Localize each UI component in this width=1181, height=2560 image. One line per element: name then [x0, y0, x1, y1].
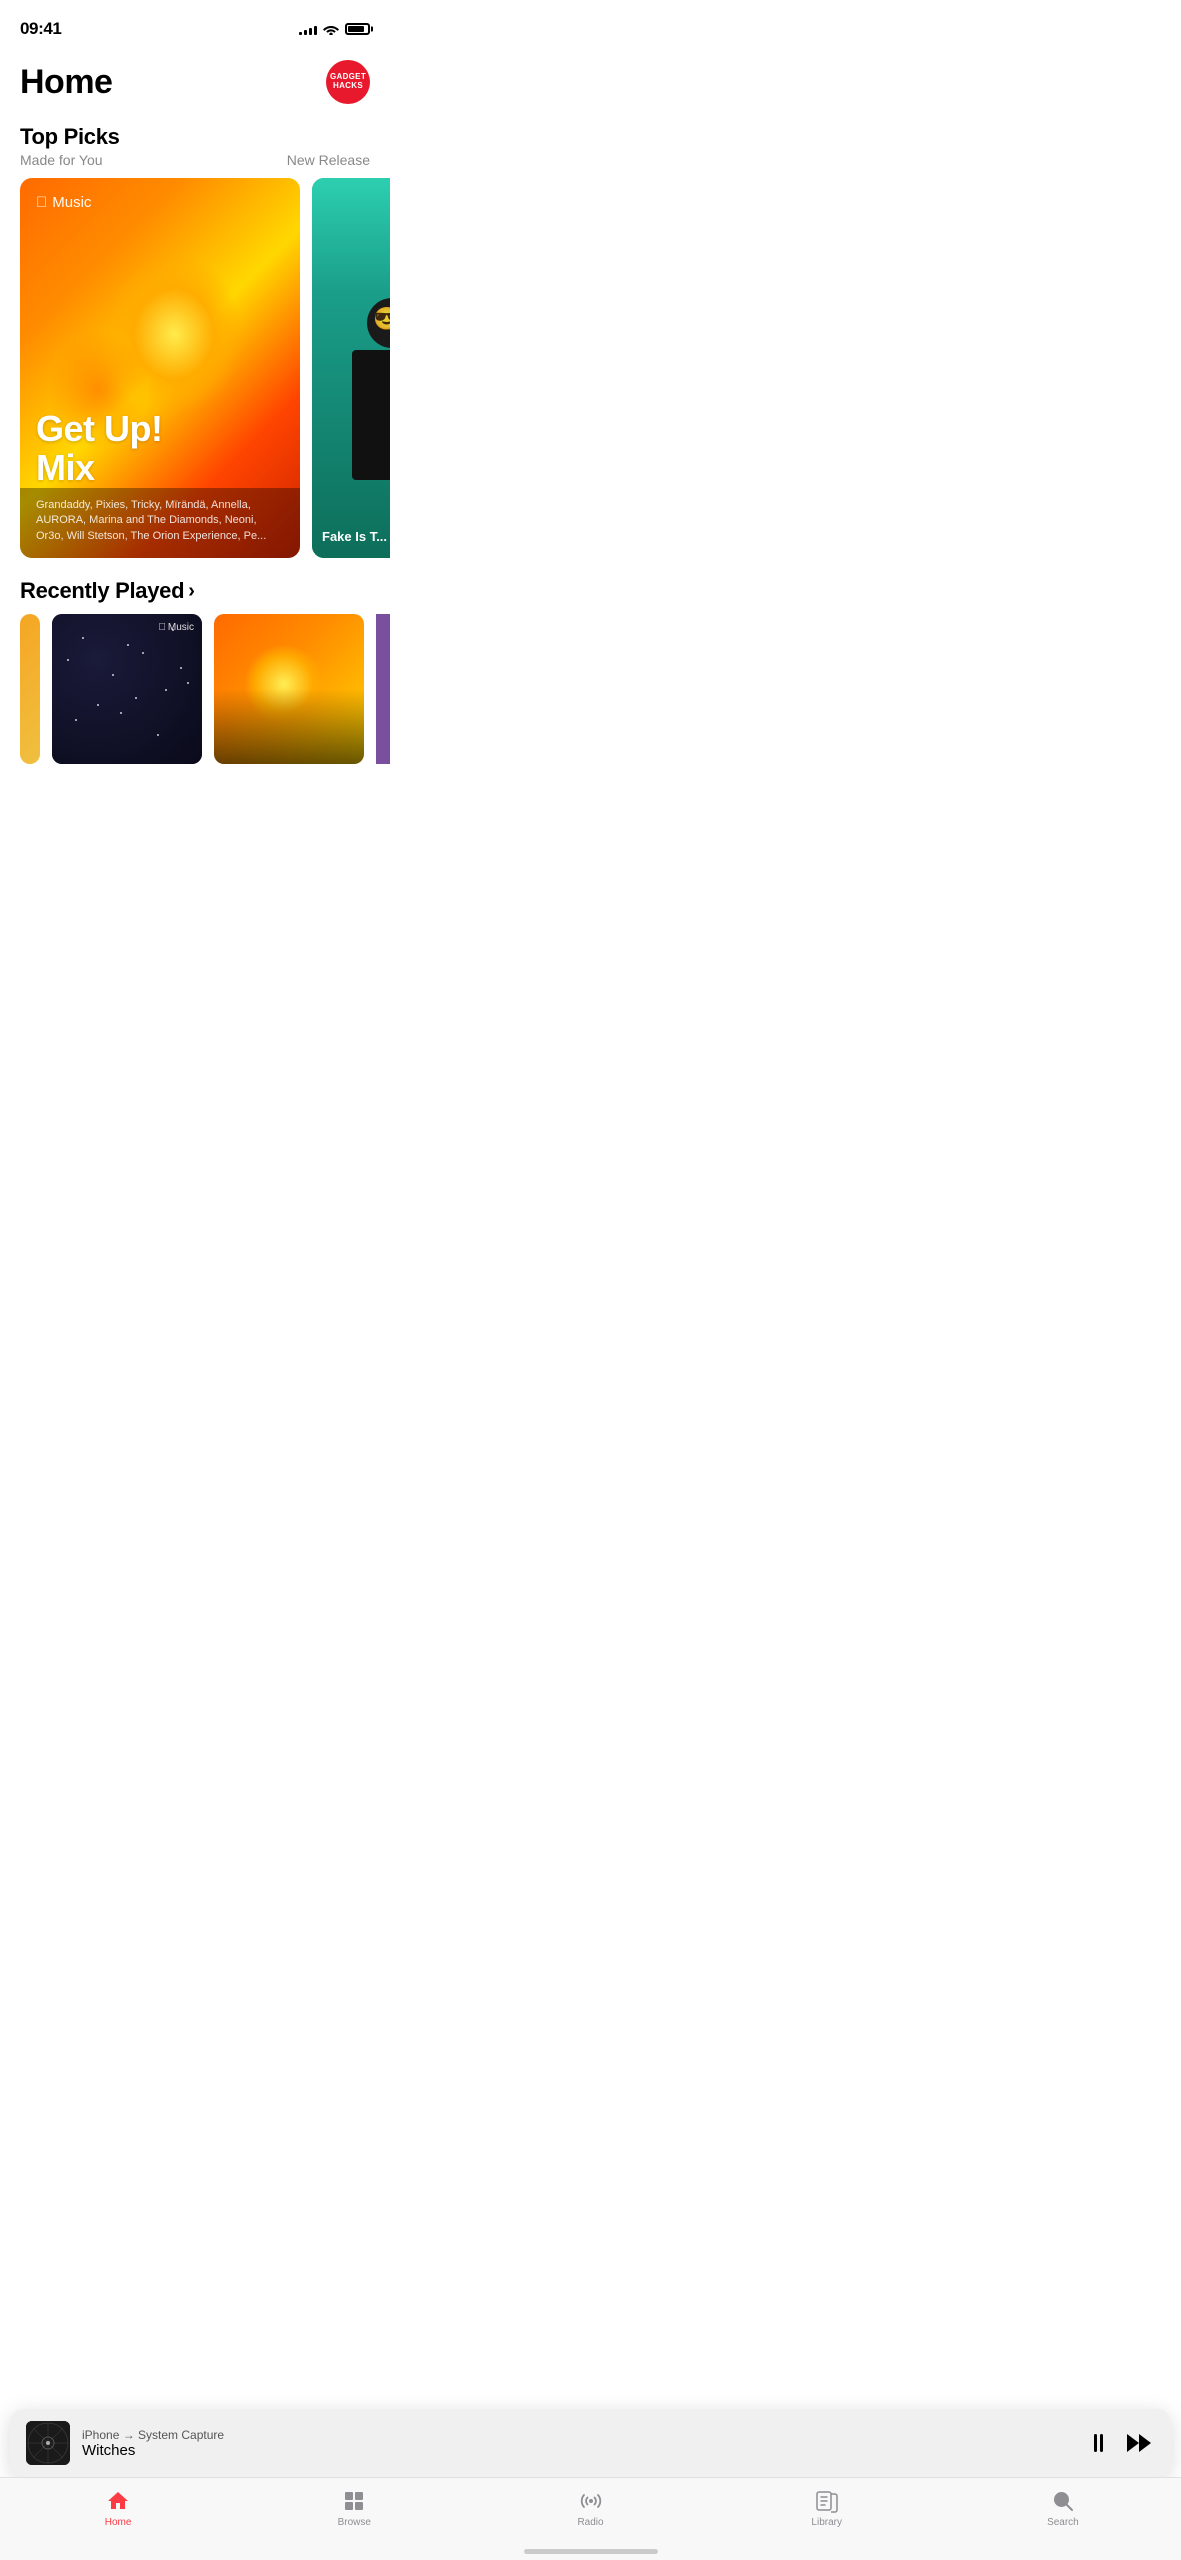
pause-icon: [1094, 2434, 1103, 2452]
stars-background: [52, 614, 202, 764]
card-person-title: Fake Is T...: [322, 529, 390, 544]
recently-played-section: Recently Played ›: [0, 578, 390, 764]
forward-icon: [1127, 2434, 1151, 2452]
recent-card-orange-overlay: [214, 689, 364, 764]
artwork-svg: [26, 2421, 70, 2465]
forward-button[interactable]: [1123, 2430, 1155, 2456]
tab-browse-label: Browse: [338, 2517, 371, 2528]
now-playing-controls[interactable]: [1090, 2430, 1155, 2456]
radio-icon: [578, 2488, 604, 2514]
tab-search-label: Search: [1047, 2517, 1079, 2528]
get-up-mix-card[interactable]:  Music Get Up! Mix Grandaddy, Pixies, T…: [20, 178, 300, 558]
recent-card-stars[interactable]:  Music: [52, 614, 202, 764]
card-main-title: Get Up! Mix: [36, 409, 284, 488]
recent-card-purple[interactable]: [376, 614, 390, 764]
status-time: 09:41: [20, 19, 61, 39]
tab-home-label: Home: [105, 2517, 132, 2528]
top-picks-cards-scroll[interactable]:  Music Get Up! Mix Grandaddy, Pixies, T…: [0, 178, 390, 558]
apple-music-badge-text: Music: [168, 622, 194, 633]
recently-played-header[interactable]: Recently Played ›: [0, 578, 390, 614]
apple-logo-symbol: : [36, 194, 47, 211]
tab-bar: Home Browse Radio: [0, 2477, 1181, 2560]
card-title-line2: Mix: [36, 447, 95, 488]
tab-search[interactable]: Search: [945, 2488, 1181, 2528]
recently-played-scroll[interactable]:  Music: [0, 614, 390, 764]
person-figure: [332, 298, 390, 518]
tab-library[interactable]: Library: [709, 2488, 945, 2528]
now-playing-device: iPhone → System Capture: [82, 2428, 1078, 2442]
recent-card-orange[interactable]: [214, 614, 364, 764]
pause-button[interactable]: [1090, 2430, 1107, 2456]
search-icon: [1050, 2488, 1076, 2514]
now-playing-info: iPhone → System Capture Witches: [82, 2428, 1078, 2459]
page-header: Home GADGETHACKS: [0, 44, 390, 114]
top-picks-section-header: Top Picks: [0, 114, 390, 152]
wifi-icon: [323, 23, 339, 35]
signal-icon: [299, 23, 317, 35]
page-title: Home: [20, 63, 112, 102]
home-icon: [105, 2488, 131, 2514]
tab-radio[interactable]: Radio: [472, 2488, 708, 2528]
person-head: [367, 298, 390, 348]
profile-badge-text: GADGETHACKS: [330, 73, 366, 91]
card-person-footer: Fake Is T...: [312, 519, 390, 558]
person-body: [352, 350, 390, 480]
status-icons: [299, 23, 370, 35]
profile-badge[interactable]: GADGETHACKS: [326, 60, 370, 104]
now-playing-title: Witches: [82, 2442, 1078, 2459]
now-playing-artwork: [26, 2421, 70, 2465]
card-title-line1: Get Up!: [36, 408, 163, 449]
status-bar: 09:41: [0, 0, 390, 44]
card-footer: Grandaddy, Pixies, Tricky, Mïrändä, Anne…: [20, 488, 300, 558]
tab-library-label: Library: [811, 2517, 842, 2528]
card-title-area: Get Up! Mix: [36, 409, 284, 488]
library-icon: [814, 2488, 840, 2514]
tab-home[interactable]: Home: [0, 2488, 236, 2528]
card-footer-text: Grandaddy, Pixies, Tricky, Mïrändä, Anne…: [36, 498, 284, 544]
card-content:  Music Get Up! Mix Grandaddy, Pixies, T…: [20, 178, 300, 558]
tab-browse[interactable]: Browse: [236, 2488, 472, 2528]
tab-radio-label: Radio: [577, 2517, 603, 2528]
top-picks-subtitle-row: Made for You New Release: [0, 152, 390, 178]
browse-icon: [341, 2488, 367, 2514]
now-playing-bar[interactable]: iPhone → System Capture Witches: [10, 2409, 1171, 2477]
apple-music-badge-stars:  Music: [158, 622, 194, 633]
fake-is-card[interactable]: Fake Is T...: [312, 178, 390, 558]
recently-played-title: Recently Played: [20, 578, 184, 604]
recent-card-partial[interactable]: [20, 614, 40, 764]
home-indicator: [524, 2549, 658, 2554]
new-release-label: New Release: [287, 152, 370, 168]
artwork-inner: [26, 2421, 70, 2465]
recently-played-chevron[interactable]: ›: [188, 580, 195, 603]
top-picks-title: Top Picks: [20, 124, 370, 150]
apple-music-logo:  Music: [36, 194, 284, 211]
apple-music-logo-text: Music: [52, 194, 91, 211]
made-for-you-label: Made for You: [20, 152, 103, 168]
battery-icon: [345, 23, 370, 35]
